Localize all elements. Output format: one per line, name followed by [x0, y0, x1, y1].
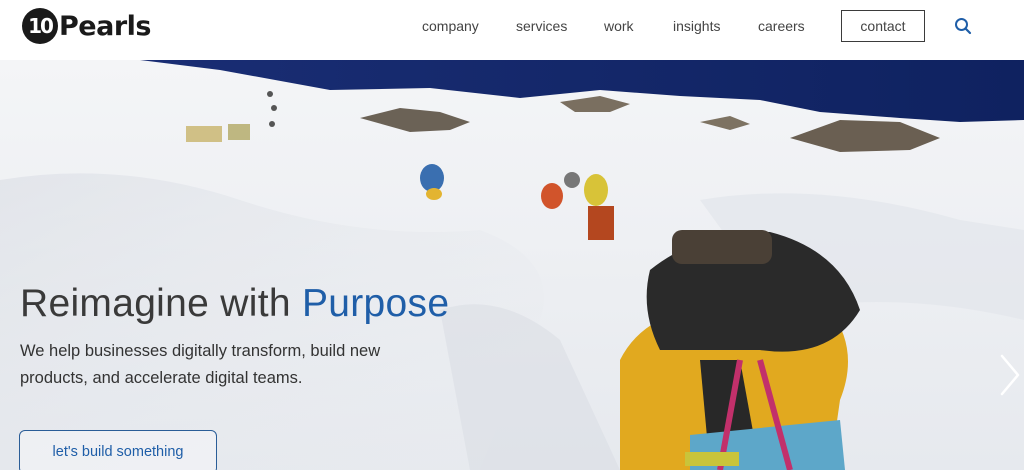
logo[interactable]: 10 Pearls: [22, 8, 151, 44]
nav-item-work[interactable]: work: [604, 18, 634, 34]
hero-title-accent: Purpose: [301, 282, 450, 325]
hero-banner: Reimagine with Purpose We help businesse…: [0, 60, 1024, 470]
hero-title: Reimagine with Purpose: [20, 282, 449, 326]
logo-wordmark: Pearls: [59, 10, 151, 42]
search-icon[interactable]: [954, 17, 972, 35]
nav-item-careers[interactable]: careers: [758, 18, 805, 34]
nav-item-company[interactable]: company: [422, 18, 479, 34]
logo-mark-text: 10: [28, 14, 54, 38]
nav-item-services[interactable]: services: [516, 18, 567, 34]
chevron-right-icon[interactable]: [998, 352, 1022, 398]
cta-button-label: let's build something: [52, 444, 184, 460]
contact-button-label: contact: [860, 18, 906, 34]
hero-subtitle: We help businesses digitally transform, …: [20, 338, 420, 392]
cta-button[interactable]: let's build something: [19, 430, 217, 470]
site-header: 10 Pearls company services work insights…: [0, 0, 1024, 60]
contact-button[interactable]: contact: [841, 10, 925, 42]
logo-mark: 10: [22, 8, 58, 44]
hero-image-mountain-climbers: [0, 60, 1024, 470]
hero-title-plain: Reimagine with: [20, 282, 302, 325]
hero-subtitle-line1: We help businesses digitally transform, …: [20, 342, 381, 360]
hero-subtitle-line2: products, and accelerate digital teams.: [20, 369, 303, 387]
nav-item-insights[interactable]: insights: [673, 18, 720, 34]
